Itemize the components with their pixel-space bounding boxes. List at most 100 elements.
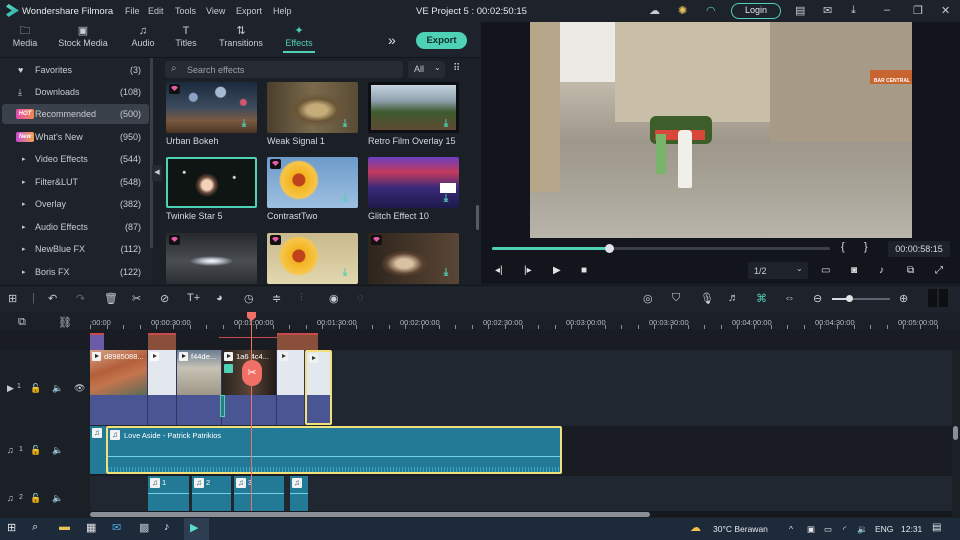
category-video-effects[interactable]: ▸ Video Effects (544): [2, 149, 149, 169]
category-favorites[interactable]: ♥ Favorites (3): [2, 60, 149, 80]
download-icon[interactable]: ⤓: [441, 267, 451, 279]
scrubber-handle[interactable]: [604, 244, 614, 253]
lock-icon[interactable]: 🔓: [30, 493, 41, 504]
clock[interactable]: 12:31: [901, 524, 922, 534]
download-icon[interactable]: ⤓: [340, 193, 350, 205]
category-recommended[interactable]: HOT Recommended (500): [2, 104, 149, 124]
menu-help[interactable]: Help: [273, 6, 292, 16]
video-clip[interactable]: f44de...: [177, 350, 222, 425]
adjust-icon[interactable]: ≑: [272, 292, 281, 305]
render-preview-icon[interactable]: ◎: [643, 292, 653, 305]
audio-clip[interactable]: ♫ 1: [148, 476, 189, 512]
redo-icon[interactable]: ↷: [76, 292, 85, 305]
tab-titles[interactable]: T Titles: [174, 25, 198, 48]
weather-text[interactable]: 30°C Berawan: [713, 524, 768, 534]
panel-toggle-button[interactable]: [928, 289, 948, 307]
mute-icon[interactable]: 🔈: [52, 493, 63, 504]
tab-media[interactable]: 🗀 Media: [12, 25, 38, 48]
video-clip[interactable]: d8985088...: [90, 350, 148, 425]
lock-icon[interactable]: 🔓: [30, 445, 41, 456]
fullscreen-icon[interactable]: ⤢: [935, 265, 943, 276]
display-settings-icon[interactable]: ▭: [821, 265, 830, 276]
fit-timeline-icon[interactable]: ⇔: [784, 292, 795, 304]
tab-transitions[interactable]: ⇅ Transitions: [219, 25, 263, 48]
audio-clip[interactable]: ♫: [90, 426, 106, 474]
audio-clip[interactable]: ♫: [290, 476, 308, 512]
photos-app-icon[interactable]: ▩: [139, 521, 149, 534]
minimize-icon[interactable]: –: [884, 4, 890, 16]
tiktok-icon[interactable]: ♪: [164, 521, 170, 533]
render-quality-dropdown[interactable]: 1/2 ⌄: [748, 262, 808, 279]
meet-now-icon[interactable]: ▣: [807, 524, 815, 535]
store-icon[interactable]: ▦: [86, 521, 96, 534]
tab-audio[interactable]: ♫ Audio: [130, 25, 156, 48]
add-track-icon[interactable]: ⧉: [18, 316, 26, 329]
category-boris-fx[interactable]: ▸ Boris FX (122): [2, 262, 149, 282]
eye-icon[interactable]: 👁: [74, 383, 85, 394]
category-downloads[interactable]: ⤓ Downloads (108): [2, 82, 149, 102]
mail-icon[interactable]: ✉: [823, 4, 832, 17]
audio-clip[interactable]: ♫ 2: [192, 476, 231, 512]
headset-icon[interactable]: ◠: [706, 4, 716, 17]
timeline-zoom-slider[interactable]: [832, 295, 890, 302]
mute-icon[interactable]: 🔈: [52, 445, 63, 456]
timeline-ruler[interactable]: :00:00 00:00:30:00 00:01:00:00 00:01:30:…: [0, 312, 960, 330]
restore-icon[interactable]: ❐: [913, 4, 923, 17]
category-newblue-fx[interactable]: ▸ NewBlue FX (112): [2, 239, 149, 259]
prev-frame-icon[interactable]: ◂|: [495, 265, 503, 276]
category-audio-effects[interactable]: ▸ Audio Effects (87): [2, 217, 149, 237]
windows-start-icon[interactable]: ⊞: [7, 521, 16, 534]
search-box[interactable]: ⌕: [165, 61, 403, 78]
tray-chevron-icon[interactable]: ^: [789, 524, 793, 534]
range-marker[interactable]: [277, 333, 318, 350]
snapshot-icon[interactable]: ◙: [851, 265, 857, 276]
timeline-horizontal-scrollbar[interactable]: [90, 512, 650, 517]
category-scrollbar[interactable]: [150, 58, 153, 248]
transition-marker[interactable]: [220, 395, 225, 417]
bulb-icon[interactable]: ✺: [678, 4, 687, 17]
menu-tools[interactable]: Tools: [175, 6, 196, 16]
category-filter-lut[interactable]: ▸ Filter&LUT (548): [2, 172, 149, 192]
mute-icon[interactable]: 🔈: [52, 383, 63, 394]
expand-arrow-icon[interactable]: ▸: [22, 223, 26, 231]
expand-arrow-icon[interactable]: ▸: [22, 268, 26, 276]
stop-icon[interactable]: ■: [581, 265, 587, 276]
category-whats-new[interactable]: New What's New (950): [2, 127, 149, 147]
microphone-icon[interactable]: 🎙: [700, 292, 714, 305]
next-frame-icon[interactable]: |▸: [524, 265, 532, 276]
volume-icon[interactable]: ♪: [879, 265, 884, 276]
filter-dropdown[interactable]: All ⌄: [408, 61, 445, 78]
menu-view[interactable]: View: [206, 6, 225, 16]
speaker-icon[interactable]: 🔉: [857, 524, 868, 535]
zoom-out-icon[interactable]: ⊖: [813, 292, 822, 305]
speed-timer-icon[interactable]: ◷: [244, 292, 254, 305]
preview-scrubber[interactable]: [492, 244, 830, 253]
scissors-cut-icon[interactable]: ✂: [242, 360, 262, 386]
mark-in-button[interactable]: {: [841, 241, 845, 253]
play-icon[interactable]: ▶: [553, 265, 561, 276]
download-icon[interactable]: ⤓: [340, 267, 350, 279]
video-clip[interactable]: [277, 350, 305, 425]
playhead-line[interactable]: [251, 312, 252, 515]
audio-waveform-icon[interactable]: ⫶: [300, 292, 303, 305]
motion-tracking-icon[interactable]: ◉: [329, 292, 339, 305]
expand-arrow-icon[interactable]: ▸: [22, 200, 26, 208]
more-tabs-button[interactable]: »: [388, 32, 396, 48]
delete-icon[interactable]: 🗑: [104, 292, 118, 305]
audio-clip[interactable]: ♫ 3: [234, 476, 284, 512]
grid-view-icon[interactable]: ⠿: [453, 63, 460, 74]
timeline-vertical-scrollbar[interactable]: [953, 426, 958, 440]
color-palette-icon[interactable]: ◕: [216, 292, 223, 304]
layout-grid-icon[interactable]: ⊞: [8, 292, 17, 305]
mark-out-button[interactable]: }: [864, 241, 868, 253]
expand-arrow-icon[interactable]: ▸: [22, 245, 26, 253]
range-marker[interactable]: [148, 333, 176, 350]
save-icon[interactable]: ▤: [795, 4, 805, 17]
category-overlay[interactable]: ▸ Overlay (382): [2, 194, 149, 214]
collapse-sidebar-button[interactable]: ◀: [152, 165, 162, 181]
language-indicator[interactable]: ENG: [875, 524, 893, 534]
layout-icon[interactable]: ⧉: [907, 265, 914, 276]
download-icon[interactable]: ⤓: [441, 193, 451, 205]
download-icon[interactable]: ⤓: [851, 4, 856, 17]
video-clip[interactable]: [148, 350, 177, 425]
